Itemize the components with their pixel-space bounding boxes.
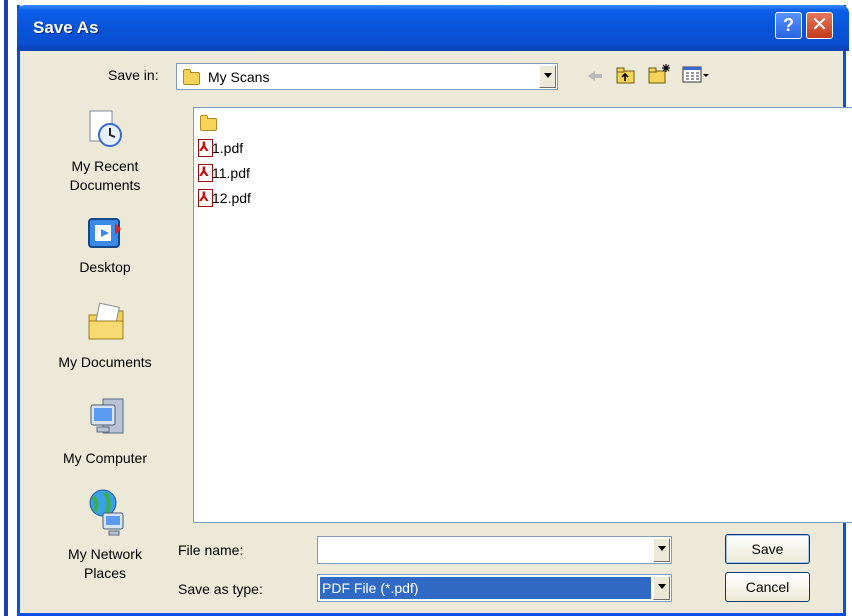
- place-label-line1: My Network: [68, 546, 142, 562]
- help-button[interactable]: ?: [775, 12, 802, 39]
- close-icon: ✕: [811, 14, 828, 36]
- pdf-file-icon: [198, 137, 213, 157]
- desktop-icon: [87, 217, 123, 256]
- save-as-type-value: PDF File (*.pdf): [322, 580, 419, 596]
- close-button[interactable]: ✕: [806, 12, 833, 39]
- file-name: 12.pdf: [212, 190, 251, 206]
- file-name-input[interactable]: [317, 536, 672, 564]
- my-computer-icon: [87, 395, 127, 444]
- save-button[interactable]: Save: [725, 534, 810, 564]
- title-bar[interactable]: Save As ? ✕: [17, 5, 849, 51]
- question-mark-icon: ?: [783, 15, 794, 35]
- chevron-down-icon[interactable]: [539, 65, 556, 88]
- dialog-title: Save As: [33, 18, 99, 37]
- file-name: 11.pdf: [212, 165, 250, 181]
- save-as-dialog: Save As ? ✕ Save in: My Scans My Recent …: [17, 5, 852, 616]
- file-list[interactable]: 1.pdf 11.pdf 12.pdf: [193, 107, 852, 523]
- up-folder-icon[interactable]: [616, 66, 636, 84]
- pdf-file-icon: [198, 187, 213, 207]
- new-folder-icon[interactable]: [648, 63, 672, 84]
- save-in-label: Save in:: [108, 67, 159, 83]
- recent-documents-icon: [86, 109, 126, 154]
- back-arrow-icon[interactable]: [586, 69, 604, 83]
- list-item[interactable]: 1.pdf: [198, 137, 278, 158]
- chevron-down-icon[interactable]: [653, 576, 670, 600]
- cancel-button[interactable]: Cancel: [725, 572, 810, 602]
- chevron-down-icon[interactable]: [653, 538, 670, 562]
- folder-icon: [200, 115, 217, 131]
- pdf-file-icon: [198, 162, 213, 182]
- my-documents-icon: [85, 301, 127, 348]
- place-label-line2: Documents: [69, 177, 141, 193]
- place-label-line1: My Documents: [58, 354, 152, 370]
- place-label-line1: My Recent: [71, 158, 139, 174]
- place-label-line2: Places: [83, 565, 127, 581]
- list-item[interactable]: 11.pdf: [198, 162, 278, 183]
- network-places-icon: [85, 489, 129, 546]
- save-in-dropdown[interactable]: My Scans: [176, 63, 558, 90]
- list-item[interactable]: 12.pdf: [198, 187, 278, 208]
- background-window-edge: [0, 0, 17, 616]
- list-item-folder[interactable]: [198, 111, 228, 131]
- save-as-type-label: Save as type:: [178, 581, 263, 597]
- views-menu-icon[interactable]: [682, 66, 710, 84]
- save-as-type-dropdown[interactable]: PDF File (*.pdf): [317, 574, 672, 602]
- file-name-label: File name:: [178, 542, 244, 558]
- folder-icon: [183, 69, 200, 85]
- file-name: 1.pdf: [212, 140, 244, 156]
- place-label-line1: Desktop: [79, 259, 131, 275]
- save-in-value: My Scans: [208, 69, 270, 85]
- place-label-line1: My Computer: [62, 450, 148, 466]
